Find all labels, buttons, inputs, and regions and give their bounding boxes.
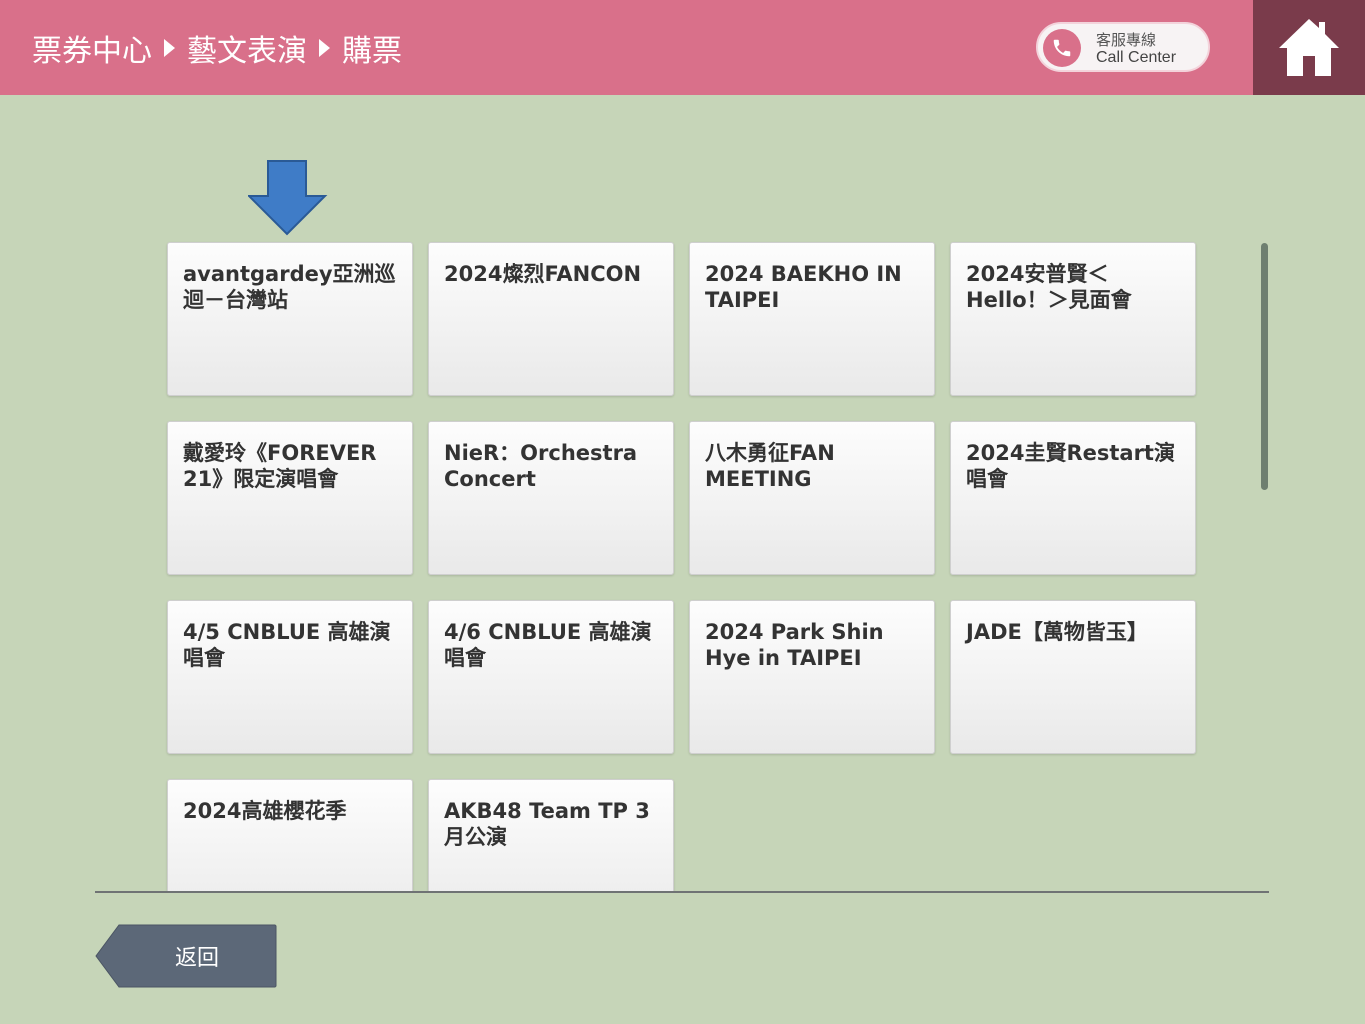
event-title: 4/6 CNBLUE 高雄演唱會	[444, 620, 652, 670]
event-card[interactable]: 2024圭賢Restart演唱會	[950, 421, 1196, 575]
scrollbar[interactable]	[1261, 243, 1268, 490]
event-title: 八木勇征FAN MEETING	[705, 441, 835, 491]
header-bar: 票券中心 藝文表演 購票 客服專線 Call Center	[0, 0, 1365, 95]
event-card[interactable]: 2024高雄櫻花季	[167, 779, 413, 891]
event-card[interactable]: 八木勇征FAN MEETING	[689, 421, 935, 575]
event-card[interactable]: 4/6 CNBLUE 高雄演唱會	[428, 600, 674, 754]
chevron-right-icon	[164, 38, 175, 57]
event-title: JADE【萬物皆玉】	[966, 620, 1148, 644]
chevron-right-icon	[319, 38, 330, 57]
event-title: avantgardey亞洲巡迴－台灣站	[183, 262, 396, 312]
event-title: 2024圭賢Restart演唱會	[966, 441, 1175, 491]
event-card[interactable]: 4/5 CNBLUE 高雄演唱會	[167, 600, 413, 754]
event-card[interactable]: 2024 Park Shin Hye in TAIPEI	[689, 600, 935, 754]
pointer-down-arrow-icon	[248, 160, 328, 236]
breadcrumb: 票券中心 藝文表演 購票	[32, 0, 402, 95]
event-title: 4/5 CNBLUE 高雄演唱會	[183, 620, 391, 670]
back-button[interactable]: 返回	[95, 924, 277, 988]
event-grid: avantgardey亞洲巡迴－台灣站 2024燦烈FANCON 2024 BA…	[0, 240, 1365, 891]
phone-icon	[1043, 29, 1081, 67]
call-center-label-en: Call Center	[1096, 49, 1177, 66]
event-title: 2024燦烈FANCON	[444, 262, 642, 286]
event-card[interactable]: AKB48 Team TP 3月公演	[428, 779, 674, 891]
call-center-label-zh: 客服專線	[1096, 31, 1157, 49]
event-card[interactable]: 2024 BAEKHO IN TAIPEI	[689, 242, 935, 396]
event-card[interactable]: 戴愛玲《FOREVER 21》限定演唱會	[167, 421, 413, 575]
home-button[interactable]	[1253, 0, 1365, 95]
back-button-label: 返回	[174, 946, 219, 971]
call-center-button[interactable]: 客服專線 Call Center	[1036, 22, 1210, 72]
event-card[interactable]: avantgardey亞洲巡迴－台灣站	[167, 242, 413, 396]
event-title: AKB48 Team TP 3月公演	[444, 799, 650, 849]
event-title: 戴愛玲《FOREVER 21》限定演唱會	[183, 441, 377, 491]
event-title: 2024 Park Shin Hye in TAIPEI	[705, 620, 884, 670]
breadcrumb-item-performing-arts[interactable]: 藝文表演	[187, 26, 307, 70]
footer-divider	[95, 891, 1269, 893]
event-card[interactable]: 2024安普賢＜Hello！＞見面會	[950, 242, 1196, 396]
breadcrumb-item-ticket-center[interactable]: 票券中心	[32, 26, 152, 70]
event-card[interactable]: 2024燦烈FANCON	[428, 242, 674, 396]
event-card[interactable]: NieR：Orchestra Concert	[428, 421, 674, 575]
breadcrumb-item-purchase: 購票	[342, 33, 402, 69]
home-icon	[1279, 19, 1339, 76]
event-card[interactable]: JADE【萬物皆玉】	[950, 600, 1196, 754]
event-title: 2024安普賢＜Hello！＞見面會	[966, 262, 1132, 312]
event-title: NieR：Orchestra Concert	[444, 441, 638, 491]
event-title: 2024高雄櫻花季	[183, 799, 347, 823]
event-title: 2024 BAEKHO IN TAIPEI	[705, 262, 902, 312]
